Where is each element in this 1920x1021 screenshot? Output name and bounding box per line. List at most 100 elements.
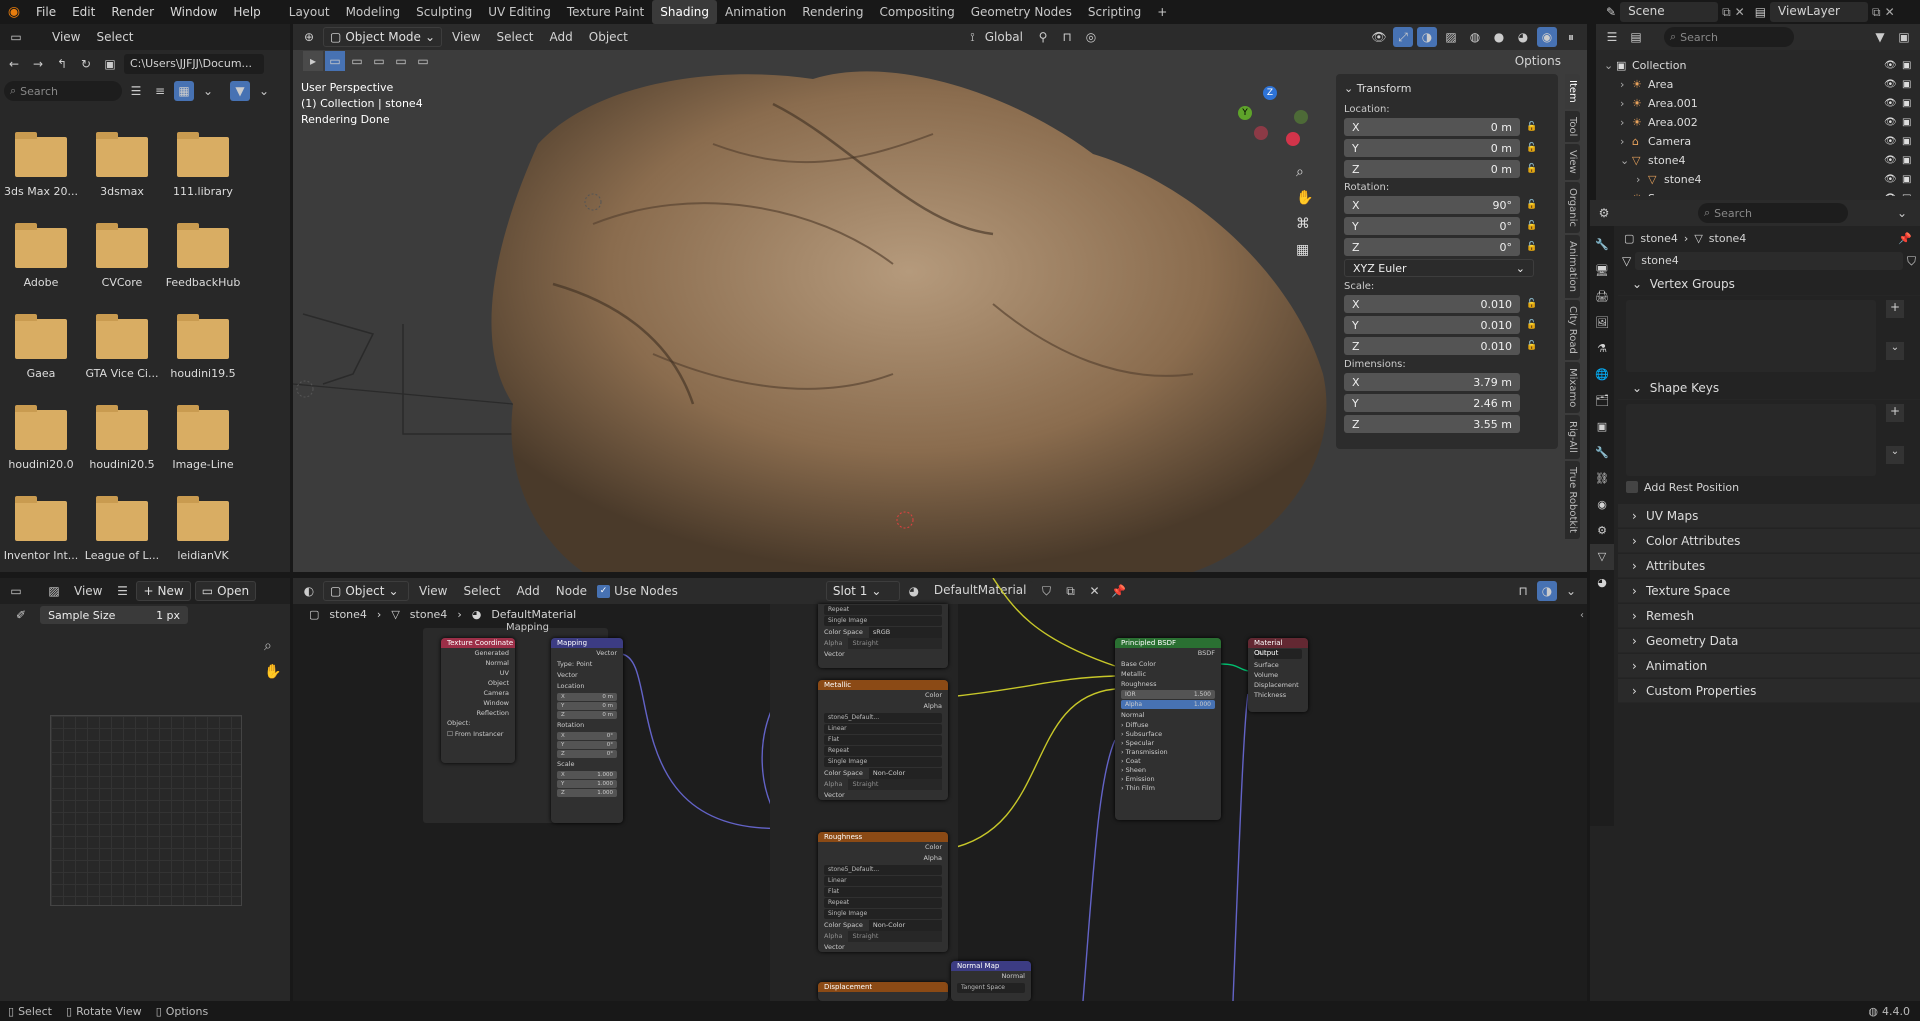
expand-chevron-icon[interactable]: ⌄ — [1620, 154, 1632, 167]
thumbnails-icon[interactable]: ▦ — [174, 81, 194, 101]
view-layer-selector[interactable]: ViewLayer — [1770, 2, 1869, 22]
vertex-groups-list[interactable] — [1626, 300, 1876, 372]
mapping-rot-field[interactable]: X 0° — [557, 732, 617, 740]
collapse-chevron-icon[interactable]: ⌄ — [1344, 82, 1353, 95]
new-image-button[interactable]: + New — [136, 581, 191, 601]
sidebar-tab[interactable]: Tool — [1565, 110, 1580, 143]
new-folder-icon[interactable]: ▣ — [100, 54, 120, 74]
bsdf-panel[interactable]: › Diffuse — [1115, 721, 1221, 730]
sidebar-tab[interactable]: Mixamo — [1565, 361, 1580, 414]
folder-item[interactable]: houdini20.0 — [1, 405, 81, 471]
tab-texture-paint[interactable]: Texture Paint — [559, 0, 652, 24]
lock-icon[interactable]: 🔓 — [1526, 200, 1537, 210]
metallic-option-dropdown[interactable]: Single Image — [824, 757, 942, 767]
zoom-view-icon[interactable]: ⌕ — [1296, 164, 1304, 180]
mapping-loc-field[interactable]: Z 0 m — [557, 711, 617, 719]
expand-chevron-icon[interactable]: › — [1620, 97, 1632, 110]
material-output-node[interactable]: Material Output All Surface Volume Displac… — [1248, 638, 1308, 712]
folder-item[interactable]: 111.library — [163, 132, 243, 198]
roughness-texture-node[interactable]: Roughness Color Alpha stone5_Default... … — [818, 832, 948, 952]
object-tab-icon[interactable]: ▣ — [1590, 414, 1614, 440]
view-layer-close-icon[interactable]: ✕ — [1885, 5, 1895, 19]
properties-type-icon[interactable]: ⚙ — [1594, 203, 1614, 223]
texture-coordinate-node[interactable]: Texture Coordinate Generated Normal UV Obje… — [441, 638, 515, 763]
dimensions-z-field[interactable]: Z 3.55 m — [1344, 415, 1520, 433]
rotation-x-field[interactable]: X 90° — [1344, 196, 1520, 214]
rotation-mode-dropdown[interactable]: XYZ Euler ⌄ — [1344, 259, 1534, 277]
tex-coord-header[interactable]: Texture Coordinate — [441, 638, 515, 648]
camera-render-icon[interactable]: ▣ — [1902, 79, 1920, 90]
normal-map-space-field[interactable]: Tangent Space — [957, 983, 1025, 993]
file-select-menu[interactable]: Select — [90, 27, 139, 47]
blender-logo-icon[interactable]: ◉ — [0, 4, 28, 20]
mapping-node[interactable]: Mapping Vector Type: Point Vector Locati… — [551, 638, 623, 823]
outliner-item[interactable]: › ☀ Area 👁 ▣ — [1596, 75, 1920, 94]
menu-render[interactable]: Render — [103, 0, 162, 24]
normal-map-header[interactable]: Normal Map — [951, 961, 1031, 971]
tab-sculpting[interactable]: Sculpting — [408, 0, 480, 24]
image-mode-icon[interactable]: ▨ — [44, 581, 64, 601]
location-y-field[interactable]: Y 0 m — [1344, 139, 1520, 157]
image-view-menu[interactable]: View — [68, 581, 108, 601]
open-image-button[interactable]: ▭ Open — [194, 581, 257, 601]
menu-help[interactable]: Help — [225, 0, 268, 24]
eye-icon[interactable]: 👁 — [1884, 155, 1902, 166]
camera-render-icon[interactable]: ▣ — [1902, 155, 1920, 166]
properties-section-header[interactable]: › UV Maps — [1618, 504, 1920, 528]
lock-icon[interactable]: 🔓 — [1526, 122, 1537, 132]
gizmo-y-icon[interactable]: Y — [1238, 106, 1252, 120]
file-view-menu[interactable]: View — [46, 27, 86, 47]
properties-options-icon[interactable]: ⌄ — [1892, 203, 1912, 223]
folder-item[interactable]: houdini20.5 — [82, 405, 162, 471]
scene-icon[interactable]: ✎ — [1606, 5, 1616, 19]
outliner-search-input[interactable]: ⌕ Search — [1664, 27, 1794, 47]
roughness-option-dropdown[interactable]: Flat — [824, 887, 942, 897]
properties-section-header[interactable]: › Remesh — [1618, 604, 1920, 628]
filter-icon[interactable]: ▼ — [1870, 27, 1890, 47]
tex_top-option-dropdown[interactable]: Single Image — [824, 616, 942, 626]
list-vertical-icon[interactable]: ☰ — [126, 81, 146, 101]
scene-close-icon[interactable]: ✕ — [1735, 5, 1745, 19]
camera-render-icon[interactable]: ▣ — [1902, 193, 1920, 196]
camera-render-icon[interactable]: ▣ — [1902, 60, 1920, 71]
forward-arrow-icon[interactable]: → — [28, 54, 48, 74]
vertex-group-menu-icon[interactable]: ⌄ — [1886, 342, 1904, 360]
list-horizontal-icon[interactable]: ≡ — [150, 81, 170, 101]
location-z-field[interactable]: Z 0 m — [1344, 160, 1520, 178]
folder-item[interactable]: 3ds Max 20... — [1, 132, 81, 198]
node-editor[interactable]: ◐ ▢ Object ⌄ View Select Add Node ✓ Use No… — [293, 578, 1587, 1001]
lock-icon[interactable]: 🔓 — [1526, 164, 1537, 174]
roughness-image-field[interactable]: stone5_Default... — [824, 865, 942, 875]
metallic-texture-node[interactable]: Metallic Color Alpha stone5_Default... L… — [818, 680, 948, 800]
display-mode-icon[interactable]: ▤ — [1626, 27, 1646, 47]
tex_top-color-space-row[interactable]: Color Space sRGB — [818, 627, 948, 638]
folder-item[interactable]: Adobe — [1, 223, 81, 289]
bsdf-panel[interactable]: › Coat — [1115, 757, 1221, 766]
sample-size-field[interactable]: Sample Size 1 px — [40, 606, 189, 624]
gizmo-x-icon[interactable] — [1286, 132, 1300, 146]
roughness-option-dropdown[interactable]: Single Image — [824, 909, 942, 919]
folder-item[interactable]: League of L... — [82, 496, 162, 562]
lock-icon[interactable]: 🔓 — [1526, 320, 1537, 330]
bsdf-panel[interactable]: › Emission — [1115, 775, 1221, 784]
dimensions-x-field[interactable]: X 3.79 m — [1344, 373, 1520, 391]
back-arrow-icon[interactable]: ← — [4, 54, 24, 74]
metallic-color-space-row[interactable]: Color Space Non-Color — [818, 768, 948, 779]
camera-render-icon[interactable]: ▣ — [1902, 136, 1920, 147]
filter-options-icon[interactable]: ⌄ — [254, 81, 274, 101]
eye-icon[interactable]: 👁 — [1884, 174, 1902, 185]
tab-layout[interactable]: Layout — [281, 0, 338, 24]
tab-modeling[interactable]: Modeling — [338, 0, 409, 24]
node-sidebar-toggle-icon[interactable]: ‹ — [1580, 610, 1584, 621]
bsdf-panel[interactable]: › Sheen — [1115, 766, 1221, 775]
outliner-item[interactable]: › ⌂ Camera 👁 ▣ — [1596, 132, 1920, 151]
new-collection-icon[interactable]: ▣ — [1894, 27, 1914, 47]
location-x-field[interactable]: X 0 m — [1344, 118, 1520, 136]
view-layer-tab-icon[interactable]: 🖼 — [1590, 310, 1614, 336]
scene-copy-icon[interactable]: ⧉ — [1722, 5, 1731, 20]
menu-file[interactable]: File — [28, 0, 64, 24]
sidebar-tab[interactable]: Animation — [1565, 234, 1580, 298]
from-instancer-row[interactable]: ☐ From Instancer — [441, 729, 515, 740]
lock-icon[interactable]: 🔓 — [1526, 143, 1537, 153]
scale-y-field[interactable]: Y 0.010 — [1344, 316, 1520, 334]
